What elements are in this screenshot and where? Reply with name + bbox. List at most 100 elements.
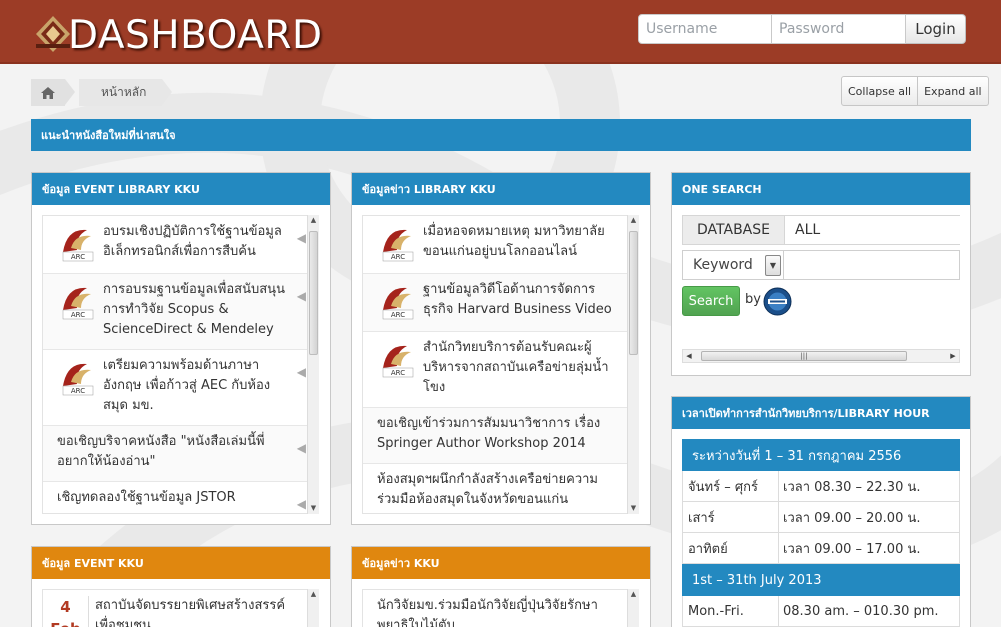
list-item-text: สำนักวิทยบริการต้อนรับคณะผู้บริหารจากสถา… [423,340,609,395]
collapse-all-button[interactable]: Collapse all [841,76,919,106]
top-header: DASHBOARD Login [0,0,1001,64]
scroll-up-icon[interactable]: ▲ [628,215,639,226]
svg-text:ARC: ARC [391,369,405,377]
list-item-text: ขอเชิญเข้าร่วมการสัมมนาวิชาการ เรื่อง Sp… [377,416,601,451]
vertical-scrollbar[interactable]: ▲ ▼ [307,215,319,514]
horizontal-scrollbar[interactable]: ◀ ||| ▶ [682,349,960,363]
vertical-scrollbar[interactable]: ▲ [307,589,319,627]
hours-time: เวลา 08.30 – 22.30 น. [783,479,921,495]
panel-header[interactable]: ข้อมูลข่าว LIBRARY KKU [352,173,650,205]
scroll-down-icon[interactable]: ▼ [308,503,319,514]
keyword-row: Keyword ▼ [682,250,960,280]
chevron-left-icon: ◀ [296,441,306,455]
svg-text:ARC: ARC [71,253,85,261]
list-item-text: ห้องสมุดฯผนึกกำลังสร้างเครือข่ายความร่วม… [377,472,598,507]
brand-title: DASHBOARD [68,13,323,58]
list-item[interactable]: ARC ฐานข้อมูลวิดีโอด้านการจัดการธุรกิจ H… [363,274,638,332]
login-button[interactable]: Login [906,14,966,44]
list-item[interactable]: ARC สำนักวิทยบริการต้อนรับคณะผู้บริหารจา… [363,332,638,408]
dropdown-arrow-icon[interactable]: ▼ [765,255,781,276]
list-item[interactable]: ARC อบรมเชิงปฏิบัติการใช้ฐานข้อมูลอิเล็ก… [43,216,318,274]
event-library-panel: ข้อมูล EVENT LIBRARY KKU ARC อบรมเชิงปฏิ… [31,172,331,525]
brand-logo-icon [36,16,70,52]
scroll-left-icon[interactable]: ◀ [683,350,695,362]
hours-period-en: 1st – 31th July 2013 [682,564,960,596]
arc-logo-icon: ARC [62,229,94,262]
breadcrumb-current[interactable]: หน้าหลัก [79,79,173,106]
list-item[interactable]: 4 Feb สถาบันจัดบรรยายพิเศษสร้างสรรค์เพื่… [43,590,318,627]
svg-text:ARC: ARC [71,387,85,395]
list-item-text: เตรียมความพร้อมด้านภาษาอังกฤษ เพื่อก้าวส… [103,358,271,413]
scroll-thumb[interactable]: ||| [701,351,907,361]
hours-table: ระหว่างวันที่ 1 – 31 กรกฎาคม 2556 จันทร์… [682,439,960,627]
news-kku-list: นักวิจัยมข.ร่วมมือนักวิจัยญี่ปุ่นวิจัยรั… [362,589,639,627]
hours-time: 08.30 am. – 010.30 pm. [783,603,939,619]
library-hour-panel: เวลาเปิดทำการสำนักวิทยบริการ/LIBRARY HOU… [671,396,971,627]
list-item[interactable]: ห้องสมุดฯผนึกกำลังสร้างเครือข่ายความร่วม… [363,464,638,513]
login-form: Login [638,14,966,44]
vertical-scrollbar[interactable]: ▲ [627,589,639,627]
arc-logo-icon: ARC [382,229,414,262]
list-item[interactable]: ขอเชิญเข้าร่วมการสัมมนาวิชาการ เรื่อง Sp… [363,408,638,464]
database-value[interactable]: ALL [785,216,960,244]
list-item-text: การอบรมฐานข้อมูลเพื่อสนับสนุนการทำวิจัย … [103,282,285,337]
scroll-right-icon[interactable]: ▶ [947,350,959,362]
database-label[interactable]: DATABASE [683,216,785,244]
scroll-thumb[interactable] [309,231,318,355]
hours-day: จันทร์ – ศุกร์ [683,471,779,501]
search-field-select[interactable]: Keyword ▼ [682,250,784,280]
hours-day: อาทิตย์ [683,533,779,563]
svg-text:ARC: ARC [391,253,405,261]
ebsco-logo-icon[interactable] [763,287,792,316]
chevron-left-icon: ◀ [296,365,306,379]
list-item[interactable]: เชิญทดลองใช้ฐานข้อมูล JSTOR ◀ [43,482,318,513]
event-library-list: ARC อบรมเชิงปฏิบัติการใช้ฐานข้อมูลอิเล็ก… [42,215,319,514]
hours-row: จันทร์ – ศุกร์ เวลา 08.30 – 22.30 น. [682,471,960,502]
list-item[interactable]: ขอเชิญบริจาคหนังสือ "หนังสือเล่มนี้พี่อย… [43,426,318,482]
scroll-thumb[interactable] [629,231,638,355]
panel-header[interactable]: เวลาเปิดทำการสำนักวิทยบริการ/LIBRARY HOU… [672,397,970,429]
hours-day: เสาร์ [683,502,779,532]
svg-text:ARC: ARC [391,311,405,319]
list-item[interactable]: ARC การอบรมฐานข้อมูลเพื่อสนับสนุนการทำวิ… [43,274,318,350]
list-item-text: ฐานข้อมูลวิดีโอด้านการจัดการธุรกิจ Harva… [423,282,612,317]
hours-row: อาทิตย์ เวลา 09.00 – 17.00 น. [682,533,960,564]
hours-row: เสาร์ เวลา 09.00 – 20.00 น. [682,502,960,533]
news-library-panel: ข้อมูลข่าว LIBRARY KKU ARC เมื่อหอจดหมาย… [351,172,651,525]
panel-header[interactable]: ข้อมูล EVENT LIBRARY KKU [32,173,330,205]
scroll-down-icon[interactable]: ▼ [628,503,639,514]
breadcrumb: หน้าหลัก [31,79,173,106]
arc-logo-icon: ARC [62,287,94,320]
list-item-text: ขอเชิญบริจาคหนังสือ "หนังสือเล่มนี้พี่อย… [57,434,265,469]
panel-header[interactable]: ข้อมูล EVENT KKU [32,547,330,579]
new-books-banner[interactable]: แนะนำหนังสือใหม่ที่น่าสนใจ [31,119,971,151]
vertical-scrollbar[interactable]: ▲ ▼ [627,215,639,514]
event-day: 4 [60,598,71,616]
search-input[interactable] [784,250,960,280]
breadcrumb-home[interactable] [31,79,75,106]
search-button[interactable]: Search [682,286,740,316]
hours-time: เวลา 09.00 – 20.00 น. [783,510,921,526]
scroll-up-icon[interactable]: ▲ [308,215,319,226]
one-search-panel: ONE SEARCH DATABASE ALL Keyword ▼ Search… [671,172,971,376]
list-item[interactable]: นักวิจัยมข.ร่วมมือนักวิจัยญี่ปุ่นวิจัยรั… [363,590,638,627]
event-kku-panel: ข้อมูล EVENT KKU 4 Feb สถาบันจัดบรรยายพิ… [31,546,331,627]
password-input[interactable] [772,14,906,44]
list-item[interactable]: ARC เมื่อหอจดหมายเหตุ มหาวิทยาลัยขอนแก่น… [363,216,638,274]
arc-logo-icon: ARC [382,345,414,378]
chevron-left-icon: ◀ [296,231,306,245]
by-label: by [745,292,761,307]
expand-all-button[interactable]: Expand all [918,76,989,106]
username-input[interactable] [638,14,772,44]
list-item[interactable]: ARC เตรียมความพร้อมด้านภาษาอังกฤษ เพื่อก… [43,350,318,426]
event-date: 4 Feb [43,596,89,627]
panel-header[interactable]: ONE SEARCH [672,173,970,205]
list-item-text: เมื่อหอจดหมายเหตุ มหาวิทยาลัยขอนแก่นอยู่… [423,224,605,259]
arc-logo-icon: ARC [382,287,414,320]
hours-time: เวลา 09.00 – 17.00 น. [783,541,921,557]
hours-day: Mon.-Fri. [683,596,779,626]
scroll-up-icon[interactable]: ▲ [308,589,319,600]
chevron-left-icon: ◀ [296,289,306,303]
panel-header[interactable]: ข้อมูลข่าว KKU [352,547,650,579]
scroll-up-icon[interactable]: ▲ [628,589,639,600]
